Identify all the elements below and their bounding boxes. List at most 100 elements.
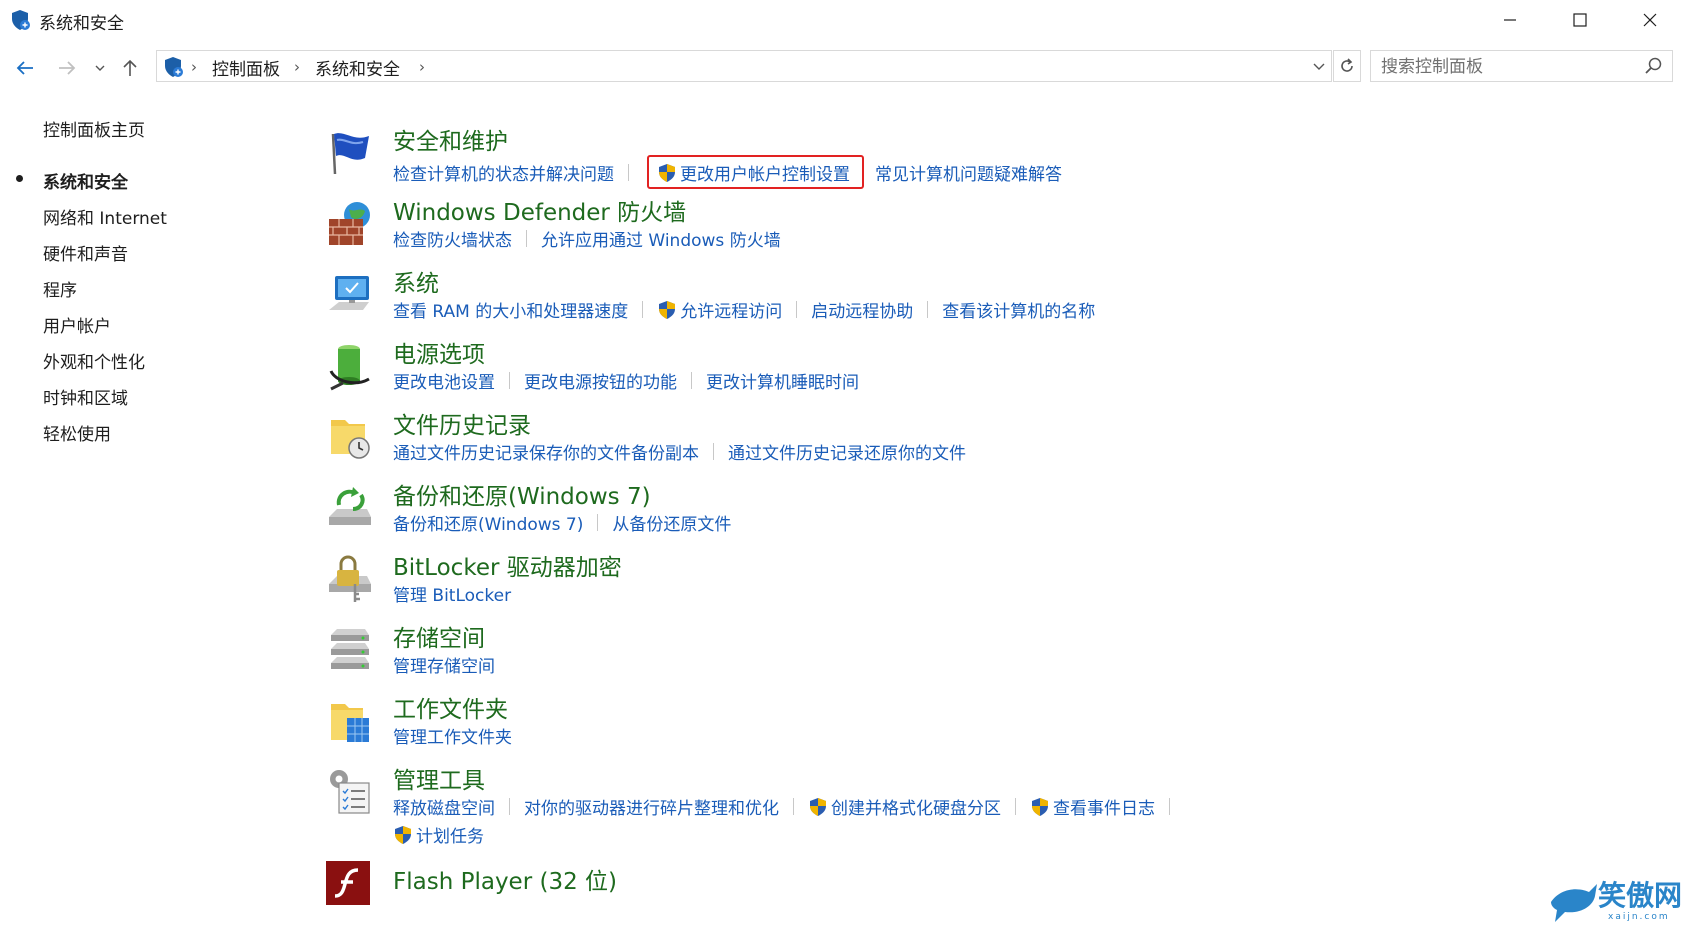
link-defragment[interactable]: 对你的驱动器进行碎片整理和优化 [524, 794, 779, 819]
search-icon[interactable] [1644, 56, 1664, 76]
link-firewall-status[interactable]: 检查防火墙状态 [393, 226, 512, 251]
nav-item-system-security[interactable]: 系统和安全 [43, 168, 128, 193]
chevron-right-icon[interactable]: › [419, 58, 425, 76]
link-sleep-time[interactable]: 更改计算机睡眠时间 [706, 368, 859, 393]
close-icon [1643, 13, 1657, 27]
link-separator [796, 301, 798, 318]
link-power-button[interactable]: 更改电源按钮的功能 [524, 368, 677, 393]
nav-item-network-internet[interactable]: 网络和 Internet [43, 204, 167, 229]
recent-locations-button[interactable] [93, 56, 107, 80]
link-troubleshooting[interactable]: 常见计算机问题疑难解答 [875, 160, 1062, 185]
breadcrumb-control-panel[interactable]: 控制面板 [212, 55, 280, 80]
category-title[interactable]: 电源选项 [393, 335, 485, 369]
category-links: 检查防火墙状态 允许应用通过 Windows 防火墙 [393, 226, 781, 251]
link-change-uac-settings[interactable]: 更改用户帐户控制设置 [647, 155, 864, 189]
category-links: 备份和还原(Windows 7) 从备份还原文件 [393, 510, 731, 535]
nav-item-programs[interactable]: 程序 [43, 276, 77, 301]
link-restore-from-backup[interactable]: 从备份还原文件 [612, 510, 731, 535]
category-title[interactable]: Windows Defender 防火墙 [393, 193, 686, 227]
link-battery-settings[interactable]: 更改电池设置 [393, 368, 495, 393]
up-arrow-icon [123, 59, 137, 76]
category-links: 查看 RAM 的大小和处理器速度 允许远程访问 启动远程协助 查看该计算机的名称 [393, 297, 1095, 322]
category-title[interactable]: 文件历史记录 [393, 406, 531, 440]
category-title[interactable]: 存储空间 [393, 619, 485, 653]
control-panel-home-link[interactable]: 控制面板主页 [43, 116, 145, 141]
minimize-icon [1504, 19, 1516, 21]
link-manage-work-folders[interactable]: 管理工作文件夹 [393, 723, 512, 748]
category-title[interactable]: 管理工具 [393, 761, 485, 795]
up-button[interactable] [118, 56, 142, 80]
category-title[interactable]: Flash Player (32 位) [393, 862, 617, 896]
link-create-format-partitions[interactable]: 创建并格式化硬盘分区 [808, 794, 1001, 819]
nav-item-clock-region[interactable]: 时钟和区域 [43, 384, 128, 409]
refresh-button[interactable] [1333, 50, 1361, 82]
link-computer-name[interactable]: 查看该计算机的名称 [942, 297, 1095, 322]
address-dropdown-button[interactable] [1306, 50, 1332, 82]
category-title[interactable]: 安全和维护 [393, 122, 508, 156]
back-button[interactable] [13, 56, 37, 80]
link-remote-assistance[interactable]: 启动远程协助 [811, 297, 913, 322]
link-check-status[interactable]: 检查计算机的状态并解决问题 [393, 160, 614, 185]
category-title[interactable]: BitLocker 驱动器加密 [393, 548, 622, 582]
watermark-subtext: xaijn.com [1608, 912, 1670, 922]
chevron-right-icon[interactable]: › [294, 58, 300, 76]
title-bar: 系统和安全 [0, 0, 1685, 40]
maximize-icon [1573, 13, 1587, 27]
category-links-row2: 计划任务 [393, 822, 484, 847]
link-save-backup[interactable]: 通过文件历史记录保存你的文件备份副本 [393, 439, 699, 464]
minimize-button[interactable] [1475, 0, 1545, 40]
link-view-event-logs[interactable]: 查看事件日志 [1030, 794, 1155, 819]
nav-item-appearance[interactable]: 外观和个性化 [43, 348, 145, 373]
link-separator [691, 372, 692, 389]
link-separator [1169, 798, 1170, 815]
backup-icon [329, 487, 371, 525]
link-separator [526, 230, 527, 247]
nav-item-hardware-sound[interactable]: 硬件和声音 [43, 240, 128, 265]
bitlocker-icon [329, 555, 371, 602]
category-links: 检查计算机的状态并解决问题 更改用户帐户控制设置 常见计算机问题疑难解答 [393, 155, 1062, 189]
chevron-down-icon [1313, 63, 1325, 70]
link-separator [642, 301, 644, 318]
nav-item-ease-of-access[interactable]: 轻松使用 [43, 420, 111, 445]
close-button[interactable] [1615, 0, 1685, 40]
link-view-ram-cpu[interactable]: 查看 RAM 的大小和处理器速度 [393, 297, 628, 322]
category-title[interactable]: 系统 [393, 264, 439, 298]
control-panel-shield-icon [12, 10, 30, 30]
maximize-button[interactable] [1545, 0, 1615, 40]
category-title[interactable]: 工作文件夹 [393, 690, 508, 724]
chevron-down-icon [95, 65, 105, 71]
computer-icon [329, 276, 369, 310]
breadcrumb-system-security[interactable]: 系统和安全 [315, 55, 400, 80]
link-separator [1015, 798, 1016, 815]
uac-shield-icon [395, 825, 411, 844]
link-allow-remote-access[interactable]: 允许远程访问 [657, 297, 782, 322]
link-manage-bitlocker[interactable]: 管理 BitLocker [393, 581, 511, 606]
link-separator [927, 301, 929, 318]
address-bar[interactable]: › 控制面板 › 系统和安全 › [156, 50, 1332, 82]
link-label: 创建并格式化硬盘分区 [831, 799, 1001, 819]
uac-shield-icon [659, 300, 676, 319]
forward-button[interactable] [55, 56, 79, 80]
link-separator [713, 443, 714, 460]
link-manage-storage-spaces[interactable]: 管理存储空间 [393, 652, 495, 677]
storage-icon [331, 629, 369, 669]
link-label: 查看事件日志 [1053, 799, 1155, 819]
link-disk-cleanup[interactable]: 释放磁盘空间 [393, 794, 495, 819]
chevron-right-icon[interactable]: › [191, 58, 197, 76]
nav-item-user-accounts[interactable]: 用户帐户 [43, 312, 111, 337]
uac-shield-icon [659, 163, 675, 182]
firewall-icon [329, 202, 370, 245]
link-allow-app-firewall[interactable]: 允许应用通过 Windows 防火墙 [541, 226, 781, 251]
search-input[interactable] [1379, 54, 1633, 80]
category-title[interactable]: 备份和还原(Windows 7) [393, 477, 651, 511]
link-separator [869, 164, 870, 181]
admin-tools-icon [330, 770, 370, 814]
category-links: 更改电池设置 更改电源按钮的功能 更改计算机睡眠时间 [393, 368, 859, 393]
work-folders-icon [331, 704, 369, 742]
link-separator [793, 798, 794, 815]
link-schedule-tasks[interactable]: 计划任务 [393, 822, 484, 847]
link-backup-restore-win7[interactable]: 备份和还原(Windows 7) [393, 510, 583, 535]
search-box [1370, 50, 1673, 82]
link-restore-files[interactable]: 通过文件历史记录还原你的文件 [728, 439, 966, 464]
forward-arrow-icon [59, 61, 76, 75]
